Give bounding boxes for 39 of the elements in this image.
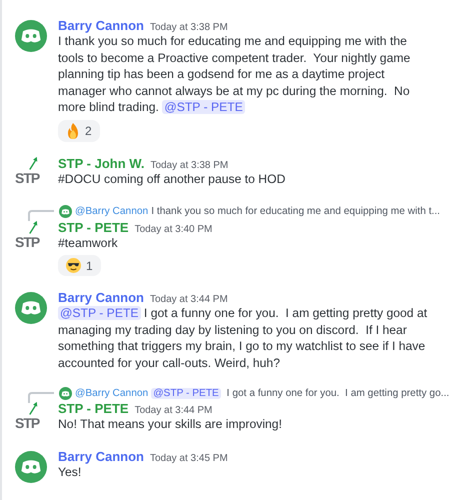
discord-avatar-icon[interactable] bbox=[15, 292, 47, 324]
author-name[interactable]: Barry Cannon bbox=[58, 290, 144, 305]
reply-connector bbox=[28, 210, 54, 221]
timestamp: Today at 3:44 PM bbox=[150, 294, 228, 305]
message-text: #DOCU coming off another pause to HOD bbox=[58, 170, 286, 187]
discord-avatar-icon[interactable] bbox=[15, 451, 47, 483]
timestamp: Today at 3:45 PM bbox=[150, 453, 228, 464]
timestamp: Today at 3:40 PM bbox=[134, 224, 212, 234]
discord-avatar-icon[interactable] bbox=[15, 20, 47, 52]
discord-avatar-icon bbox=[59, 205, 72, 218]
reply-preview: I thank you so much for educating me and equipping me with t... bbox=[151, 206, 440, 217]
reaction-button[interactable]: 2 bbox=[58, 120, 100, 142]
timestamp: Today at 3:44 PM bbox=[134, 405, 212, 416]
discord-avatar-icon bbox=[59, 386, 72, 400]
author-name[interactable]: STP - PETE bbox=[58, 220, 129, 234]
mention-link[interactable]: @STP - PETE bbox=[151, 388, 221, 398]
reply-author[interactable]: @Barry Cannon bbox=[75, 206, 148, 217]
reply-preview: I got a funny one for you. I am getting pretty go... bbox=[226, 388, 450, 398]
author-name[interactable]: Barry Cannon bbox=[58, 18, 144, 33]
message-text: #teamwork bbox=[58, 234, 119, 251]
mention-link[interactable]: @STP - PETE bbox=[162, 100, 245, 114]
fire-icon bbox=[66, 122, 80, 138]
author-name[interactable]: STP - PETE bbox=[58, 401, 129, 416]
author-name[interactable]: Barry Cannon bbox=[58, 449, 144, 464]
message-text: Yes! bbox=[58, 464, 82, 480]
reaction-button[interactable]: 1 bbox=[58, 255, 101, 276]
message-text: I thank you so much for educating me and equipping me with the tools to become a Proactive competent trader. Your nightly game planning tip has been a godsend for me as a daytime project manager who cannot always be at my pc during the morning. No more blind trading. @STP - PETE bbox=[58, 33, 412, 116]
reply-connector bbox=[28, 392, 54, 402]
reply-author[interactable]: @Barry Cannon bbox=[75, 388, 148, 398]
message-text: @STP - PETE I got a funny one for you. I am getting pretty good at managing my trading day by listening to you on discord. If I hear something that triggers my brain, I go to my watchlist to see if I have accounted for your call-outs. Weird, huh? bbox=[58, 305, 428, 371]
stp-logo[interactable]: STP bbox=[13, 220, 49, 254]
timestamp: Today at 3:38 PM bbox=[150, 22, 228, 33]
stp-logo[interactable]: STP bbox=[13, 401, 49, 435]
timestamp: Today at 3:38 PM bbox=[150, 160, 228, 170]
message-text: No! That means your skills are improving! bbox=[58, 416, 283, 432]
author-name[interactable]: STP - John W. bbox=[58, 156, 144, 170]
mention-link[interactable]: @STP - PETE bbox=[58, 306, 141, 320]
sunglasses-face-icon bbox=[66, 258, 81, 273]
stp-logo[interactable]: STP bbox=[13, 156, 49, 190]
